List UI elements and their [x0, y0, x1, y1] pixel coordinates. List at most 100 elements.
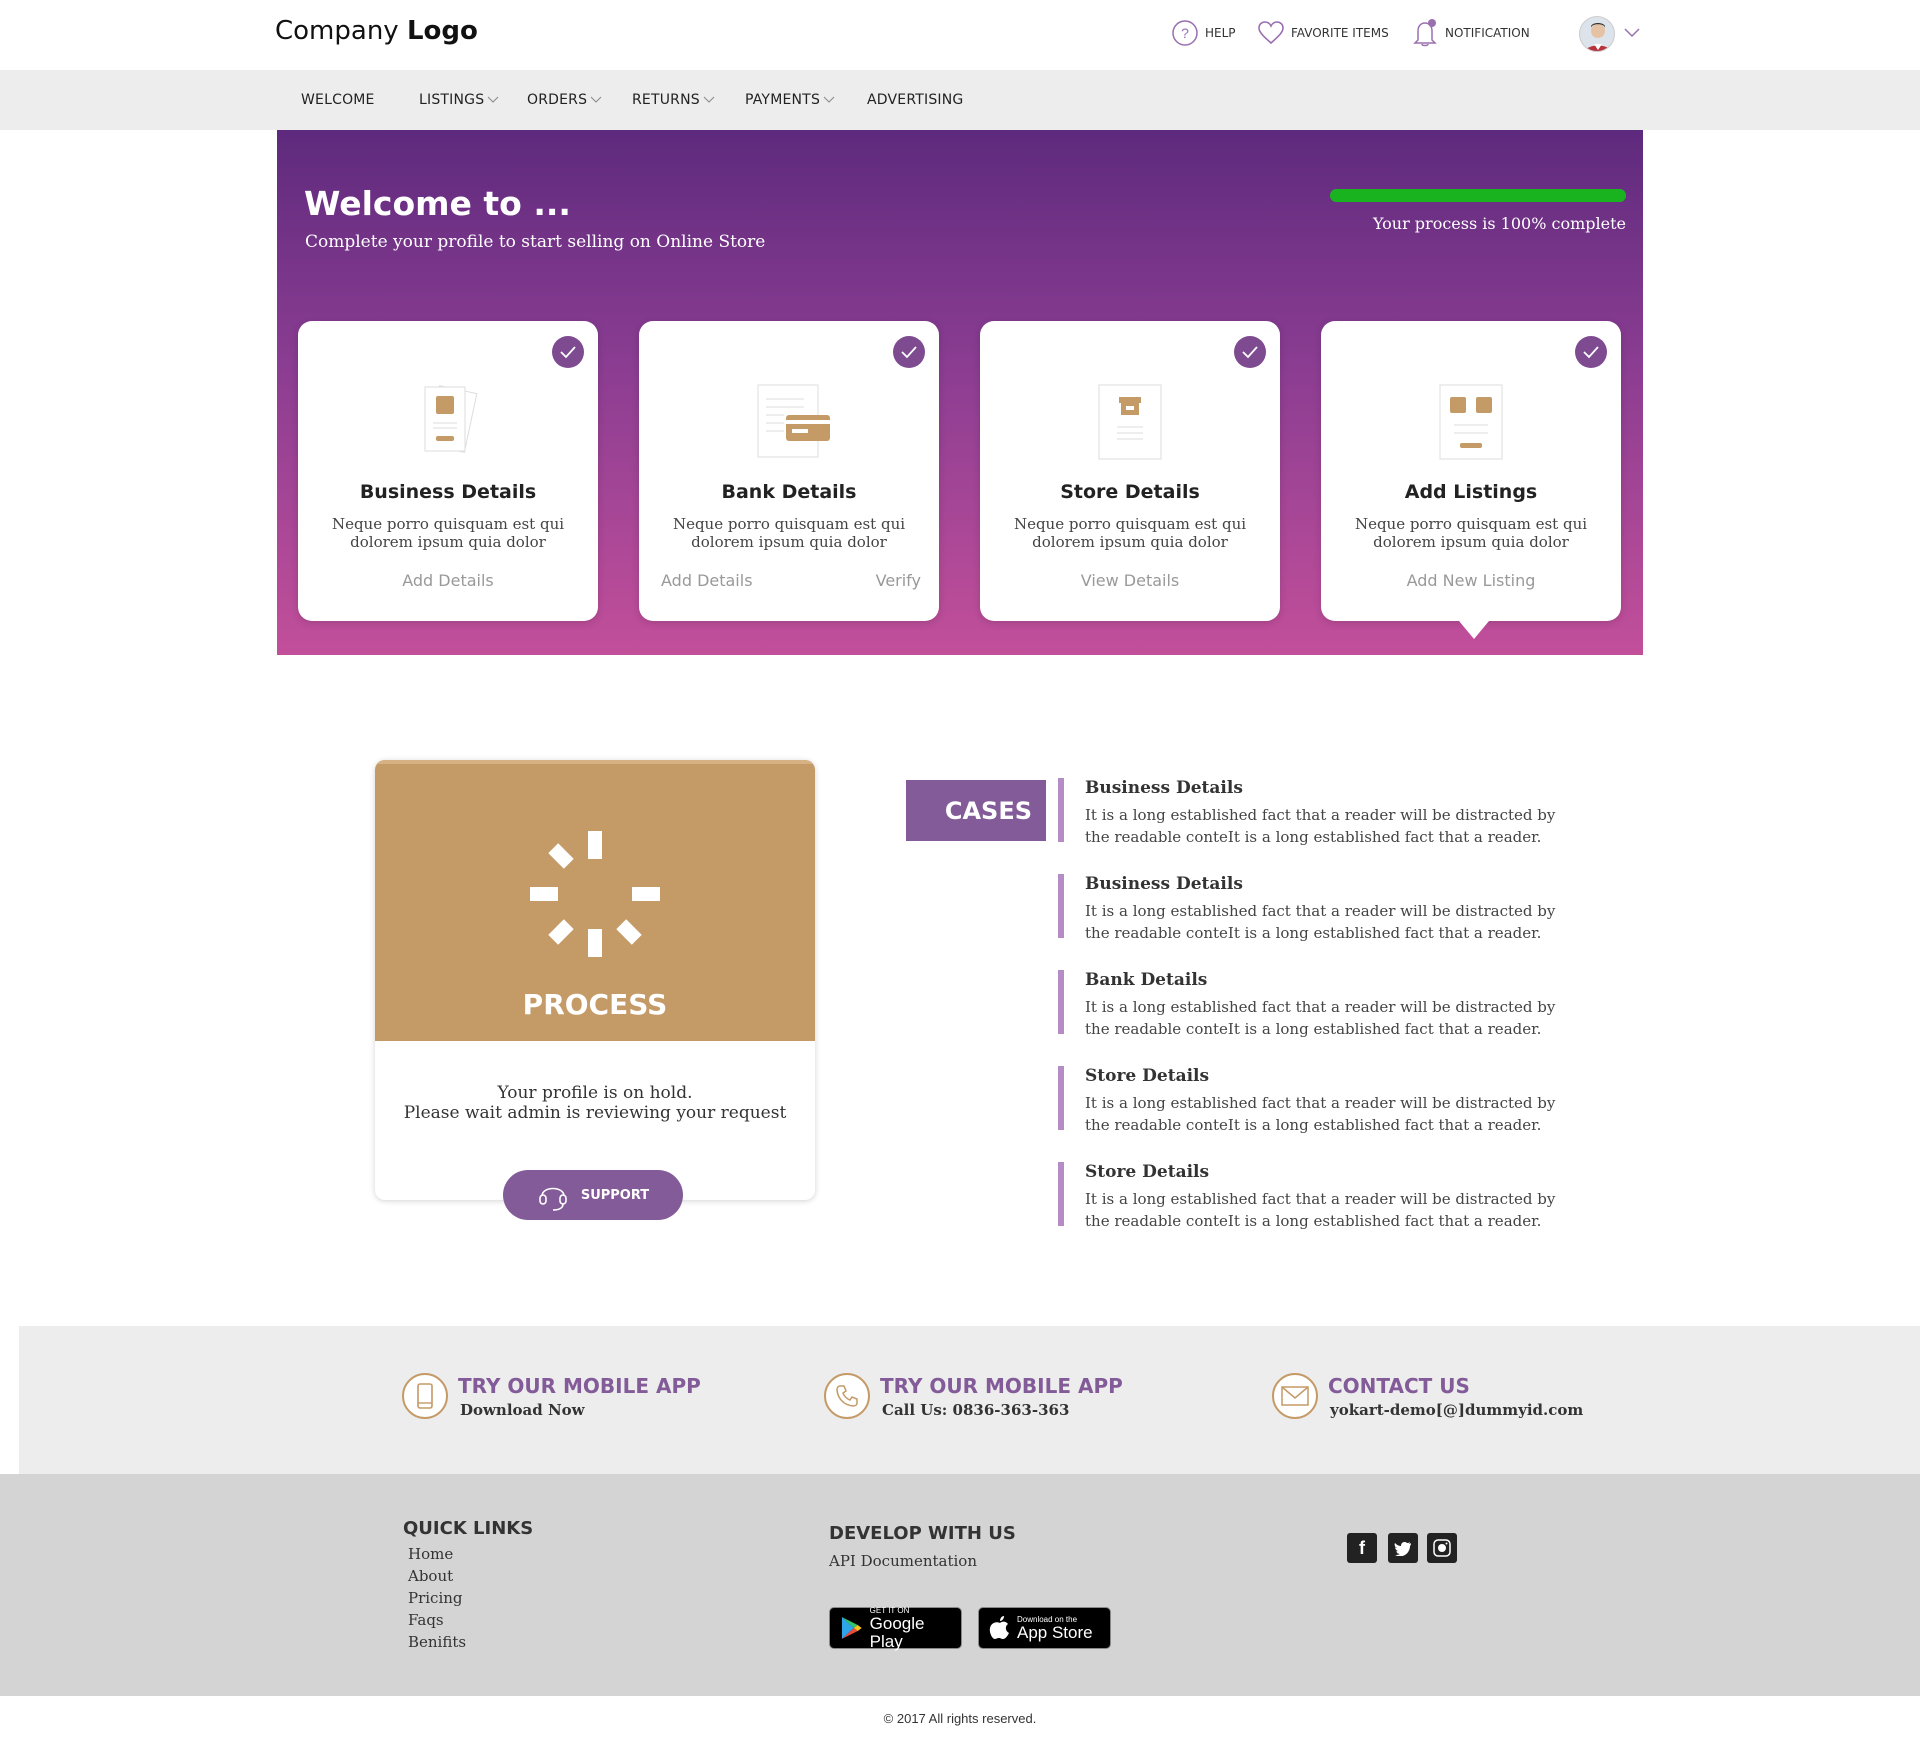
progress-text: Your process is 100% complete — [1372, 214, 1626, 233]
card-add-listings: Add Listings Neque porro quisquam est qu… — [1321, 321, 1621, 621]
company-logo[interactable]: Company Logo — [275, 16, 478, 46]
verify-link[interactable]: Verify — [876, 571, 921, 590]
case-title: Bank Details — [1085, 970, 1208, 990]
heart-icon — [1258, 21, 1284, 45]
svg-text:?: ? — [1181, 25, 1189, 41]
hero-title: Welcome to ... — [304, 184, 571, 223]
footer-contact-sub: Download Now — [460, 1401, 585, 1419]
case-title: Business Details — [1085, 778, 1243, 798]
case-bar — [1058, 1162, 1064, 1226]
main-nav: WELCOME LISTINGS ORDERS RETURNS PAYMENTS… — [0, 70, 1920, 130]
support-label: SUPPORT — [580, 1187, 650, 1203]
card-bank-details: Bank Details Neque porro quisquam est qu… — [639, 321, 939, 621]
case-description: It is a long established fact that a rea… — [1085, 998, 1556, 1038]
nav-item-orders[interactable]: ORDERS — [527, 70, 602, 130]
favorite-items-label: FAVORITE ITEMS — [1291, 26, 1389, 40]
card-description: Neque porro quisquam est qui dolorem ips… — [1354, 515, 1588, 551]
card-title: Add Listings — [1404, 481, 1538, 503]
support-button[interactable]: SUPPORT — [503, 1170, 683, 1220]
twitter-icon[interactable] — [1388, 1533, 1418, 1563]
footer-link-benifits[interactable]: Benifits — [408, 1633, 466, 1651]
card-title: Bank Details — [721, 481, 857, 503]
case-bar — [1058, 1066, 1064, 1130]
apple-icon — [989, 1616, 1009, 1639]
card-title: Business Details — [359, 481, 537, 503]
bell-icon — [1413, 19, 1437, 47]
nav-item-welcome[interactable]: WELCOME — [301, 70, 375, 130]
footer-links-band — [0, 1474, 1920, 1696]
notification-label: NOTIFICATION — [1445, 26, 1530, 40]
avatar[interactable] — [1579, 16, 1615, 52]
hero-subtitle: Complete your profile to start selling o… — [305, 232, 766, 252]
card-description: Neque porro quisquam est qui dolorem ips… — [331, 515, 565, 551]
nav-label: ORDERS — [527, 92, 588, 108]
nav-label: LISTINGS — [419, 92, 485, 108]
footer-contact-sub: Call Us: 0836-363-363 — [882, 1401, 1070, 1419]
view-details-link[interactable]: View Details — [980, 571, 1280, 590]
notification-link[interactable]: NOTIFICATION — [1411, 18, 1530, 48]
case-title: Business Details — [1085, 874, 1243, 894]
process-message-line2: Please wait admin is reviewing your requ… — [403, 1103, 787, 1123]
copyright-text: © 2017 All rights reserved. — [883, 1711, 1037, 1726]
mail-icon — [1272, 1373, 1318, 1419]
footer-contact-title: TRY OUR MOBILE APP — [880, 1374, 1123, 1398]
develop-heading: DEVELOP WITH US — [829, 1523, 1016, 1544]
bank-card-icon — [757, 384, 830, 458]
nav-item-payments[interactable]: PAYMENTS — [745, 70, 835, 130]
process-message: Your profile is on hold. Please wait adm… — [375, 1083, 815, 1123]
case-title: Store Details — [1085, 1162, 1210, 1182]
headset-icon — [539, 1187, 567, 1211]
case-description: It is a long established fact that a rea… — [1085, 1190, 1556, 1230]
google-badge-big-text: Google Play — [869, 1613, 925, 1651]
favorite-items-link[interactable]: FAVORITE ITEMS — [1257, 18, 1389, 48]
nav-item-returns[interactable]: RETURNS — [632, 70, 715, 130]
chevron-down-icon — [590, 96, 602, 103]
card-description: Neque porro quisquam est qui dolorem ips… — [672, 515, 906, 551]
footer-contact-title: TRY OUR MOBILE APP — [458, 1374, 701, 1398]
mobile-icon — [402, 1373, 448, 1419]
google-play-badge[interactable]: GET IT ON Google Play — [829, 1606, 962, 1651]
footer-contact-title: CONTACT US — [1328, 1374, 1470, 1398]
add-new-listing-link[interactable]: Add New Listing — [1321, 571, 1621, 590]
process-message-line1: Your profile is on hold. — [497, 1083, 693, 1103]
nav-item-advertising[interactable]: ADVERTISING — [867, 70, 963, 130]
footer-contact-sub: yokart-demo[@]dummyid.com — [1330, 1401, 1584, 1419]
footer-link-about[interactable]: About — [408, 1567, 453, 1585]
chevron-down-icon[interactable] — [1623, 26, 1641, 38]
help-link[interactable]: ? HELP — [1171, 18, 1236, 48]
check-icon — [1575, 336, 1607, 368]
help-label: HELP — [1205, 26, 1236, 40]
case-title: Store Details — [1085, 1066, 1210, 1086]
help-icon: ? — [1172, 20, 1198, 46]
process-title: PROCESS — [522, 988, 668, 1021]
check-icon — [893, 336, 925, 368]
quick-links-heading: QUICK LINKS — [403, 1518, 534, 1539]
facebook-icon[interactable]: f — [1347, 1533, 1377, 1563]
card-store-details: Store Details Neque porro quisquam est q… — [980, 321, 1280, 621]
progress-fill — [1330, 189, 1626, 202]
case-bar — [1058, 970, 1064, 1034]
api-documentation-link[interactable]: API Documentation — [829, 1552, 977, 1570]
add-details-link[interactable]: Add Details — [298, 571, 598, 590]
case-description: It is a long established fact that a rea… — [1085, 902, 1556, 942]
chevron-down-icon — [487, 96, 499, 103]
card-title: Store Details — [1060, 481, 1200, 503]
app-store-badge[interactable]: Download on the App Store — [978, 1607, 1111, 1649]
check-icon — [1234, 336, 1266, 368]
footer-link-faqs[interactable]: Faqs — [408, 1611, 444, 1629]
process-header: PROCESS — [375, 760, 815, 1041]
nav-label: PAYMENTS — [745, 92, 821, 108]
footer-link-pricing[interactable]: Pricing — [408, 1589, 463, 1607]
case-description: It is a long established fact that a rea… — [1085, 1094, 1556, 1134]
nav-item-listings[interactable]: LISTINGS — [419, 70, 499, 130]
logo-bold-text: Logo — [406, 16, 478, 46]
case-bar — [1058, 778, 1064, 842]
top-header: Company Logo ? HELP FAVORITE ITEMS NOTIF… — [0, 0, 1920, 70]
logo-text: Company — [275, 16, 399, 46]
user-avatar-icon — [1585, 23, 1611, 51]
add-details-link[interactable]: Add Details — [661, 571, 753, 590]
instagram-icon[interactable] — [1427, 1533, 1457, 1563]
footer-link-home[interactable]: Home — [408, 1545, 453, 1563]
chevron-down-icon — [703, 96, 715, 103]
card-description: Neque porro quisquam est qui dolorem ips… — [1013, 515, 1247, 551]
